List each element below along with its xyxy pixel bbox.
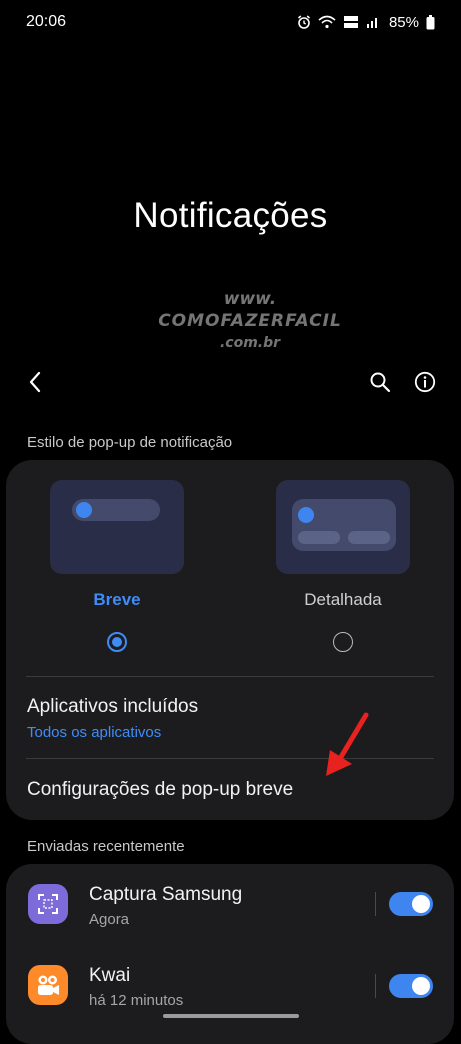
home-indicator[interactable] (163, 1014, 299, 1018)
notification-toggle-kwai[interactable] (389, 974, 433, 998)
back-icon (29, 371, 41, 393)
page-title: Notificações (133, 196, 328, 235)
volte-icon (343, 16, 358, 28)
detailed-preview-box (292, 499, 396, 551)
included-apps-value: Todos os aplicativos (27, 724, 162, 741)
app-name: Captura Samsung (89, 884, 243, 905)
divider (26, 758, 434, 759)
radio-detailed[interactable] (333, 632, 353, 652)
back-button[interactable] (17, 364, 53, 400)
wifi-icon (318, 15, 336, 29)
info-button[interactable] (407, 364, 443, 400)
brief-preview[interactable] (50, 480, 184, 574)
divider (375, 974, 376, 998)
watermark: www. COMOFAZERFACIL .com.br (150, 288, 350, 354)
info-icon (414, 371, 436, 393)
detailed-preview[interactable] (276, 480, 410, 574)
signal-icon (366, 18, 377, 28)
toolbar (0, 362, 461, 402)
divider (375, 892, 376, 916)
watermark-line-1: www. (223, 289, 277, 309)
divider (26, 676, 434, 677)
kwai-app-icon (28, 965, 68, 1005)
brief-popup-settings-row[interactable]: Configurações de pop-up breve (27, 779, 293, 801)
popup-style-card: Breve Detalhada Aplicativos incluídos To… (6, 460, 454, 820)
option-label-detailed[interactable]: Detalhada (263, 590, 423, 610)
app-time: Agora (89, 911, 130, 928)
status-bar: 20:06 85% (0, 0, 461, 44)
battery-icon (426, 14, 435, 29)
option-label-brief[interactable]: Breve (37, 590, 197, 610)
watermark-line-2: COMOFAZERFACIL (158, 311, 342, 331)
radio-brief-selected[interactable] (107, 632, 127, 652)
brief-preview-dot (76, 502, 92, 518)
section-label-recent: Enviadas recentemente (27, 838, 185, 855)
notification-toggle-captura-samsung[interactable] (389, 892, 433, 916)
watermark-line-3: .com.br (219, 335, 281, 351)
status-icons: 85% (297, 14, 435, 31)
app-name: Kwai (89, 965, 131, 986)
kwai-logo-icon (38, 975, 59, 995)
included-apps-title: Aplicativos incluídos (27, 696, 199, 717)
detailed-preview-chip (348, 531, 390, 544)
brief-preview-pill (72, 499, 160, 521)
detailed-preview-chip (298, 531, 340, 544)
screenshot-icon (38, 894, 58, 914)
section-label-popup-style: Estilo de pop-up de notificação (27, 434, 233, 451)
capture-app-icon (28, 884, 68, 924)
app-time: há 12 minutos (89, 992, 184, 1009)
battery-percent: 85% (388, 13, 419, 31)
search-icon (370, 372, 391, 393)
alarm-icon (297, 15, 310, 29)
red-arrow-annotation (326, 712, 369, 776)
detailed-preview-dot (298, 507, 314, 523)
status-time: 20:06 (26, 13, 67, 30)
search-button[interactable] (362, 364, 398, 400)
